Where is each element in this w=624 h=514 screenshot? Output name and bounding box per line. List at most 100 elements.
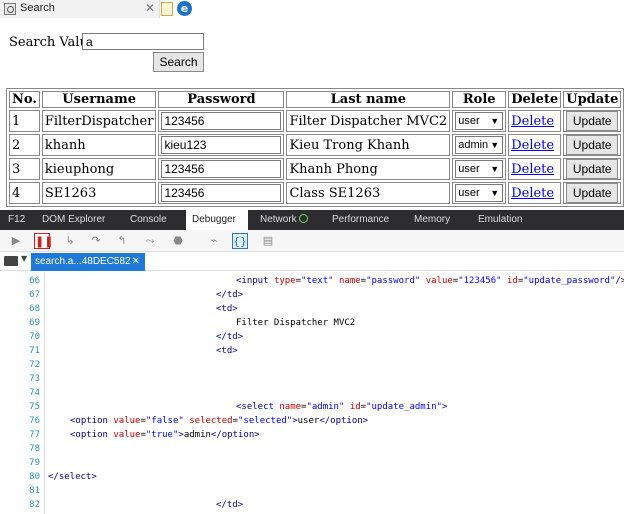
delete-link[interactable]: Delete [511,162,554,177]
code-line: 75 <select name="admin" id="update_admin"… [0,400,624,414]
users-table: No. Username Password Last name Role Del… [6,88,624,207]
line-number[interactable]: 81 [0,484,40,498]
devtools-f12-label: F12 [8,214,26,225]
tab-performance[interactable]: Performance [326,210,395,230]
tab-dom-explorer[interactable]: DOM Explorer [36,210,111,230]
row-last-name: Filter Dispatcher MVC2 [286,110,451,132]
code-line: 82 </td> [0,498,624,512]
close-icon[interactable]: ✕ [132,253,140,271]
break-on-new-worker-icon[interactable]: ⤳ [142,233,158,249]
password-input[interactable] [161,184,282,202]
line-number[interactable]: 72 [0,358,40,372]
update-button[interactable]: Update [566,183,619,203]
folder-icon[interactable] [4,256,18,266]
update-button[interactable]: Update [566,159,619,179]
role-select-value: user [458,163,480,175]
row-no: 1 [9,110,40,132]
code-line: 73 [0,372,624,386]
row-delete-cell: Delete [508,182,562,204]
pause-icon[interactable]: ❚❚ [34,233,53,249]
line-number[interactable]: 70 [0,330,40,344]
debugger-toolbar: ▶ ❚❚ ↳ ↷ ↰ ⤳ ⬣ ⌁ {} ▤ [0,230,624,252]
update-button[interactable]: Update [566,111,619,131]
line-number[interactable]: 76 [0,414,40,428]
role-select[interactable]: user ▼ [455,184,504,202]
disconnect-icon[interactable]: ⌁ [206,233,222,249]
line-number[interactable]: 73 [0,372,40,386]
column-header-update: Update [563,91,622,108]
delete-link[interactable]: Delete [511,138,554,153]
line-number[interactable]: 82 [0,498,40,512]
password-input[interactable] [161,160,282,178]
new-tab-icon[interactable] [161,2,173,16]
search-input[interactable] [82,33,204,50]
code-text: </td> [216,332,244,342]
tab-console[interactable]: Console [124,210,173,230]
row-role-cell: user ▼ [452,158,507,180]
role-select-value: user [458,187,480,199]
row-role-cell: admin ▼ [452,134,507,156]
row-update-cell: Update [563,158,622,180]
code-text: <td> [216,304,238,314]
row-no: 4 [9,182,40,204]
just-my-code-icon[interactable]: {} [232,233,248,249]
line-number[interactable]: 66 [0,274,40,288]
delete-link[interactable]: Delete [511,114,554,129]
role-select[interactable]: admin ▼ [455,136,504,154]
code-line: 67 </td> [0,288,624,302]
continue-icon[interactable]: ▶ [8,233,24,249]
row-update-cell: Update [563,134,622,156]
code-text: </select> [48,472,97,482]
line-number[interactable]: 77 [0,428,40,442]
row-update-cell: Update [563,110,622,132]
role-select[interactable]: user ▼ [455,160,504,178]
pretty-print-icon[interactable]: ▤ [260,233,276,249]
browser-tab[interactable]: Search ✕ [0,0,160,18]
tab-network[interactable]: Network [254,210,314,230]
chevron-down-icon: ▼ [490,188,500,198]
password-input[interactable] [161,112,282,130]
line-number[interactable]: 67 [0,288,40,302]
line-number[interactable]: 75 [0,400,40,414]
row-password-cell [158,158,285,180]
line-number[interactable]: 68 [0,302,40,316]
step-out-icon[interactable]: ↰ [114,233,130,249]
role-select[interactable]: user ▼ [455,112,504,130]
code-text: </td> [216,290,244,300]
code-editor[interactable]: 66 <input type="text" name="password" val… [0,272,624,514]
step-into-icon[interactable]: ↳ [62,233,78,249]
step-over-icon[interactable]: ↷ [88,233,104,249]
chevron-down-icon[interactable]: ▼ [21,254,27,263]
code-line: 71 <td> [0,344,624,358]
line-number[interactable]: 69 [0,316,40,330]
password-input[interactable] [161,136,282,154]
line-number[interactable]: 71 [0,344,40,358]
file-tab[interactable]: search.a...48DEC582 ✕ [31,253,145,271]
tab-emulation[interactable]: Emulation [472,210,528,230]
row-delete-cell: Delete [508,158,562,180]
delete-link[interactable]: Delete [511,186,554,201]
page-icon [4,3,16,15]
browser-tab-title: Search [20,2,55,14]
line-number[interactable]: 79 [0,456,40,470]
table-row: 4 SE1263 Class SE1263 user ▼ Delete Updat… [9,182,622,204]
code-text: <input type="text" name="password" value… [236,276,624,286]
search-button[interactable]: Search [153,52,204,72]
row-last-name: Khanh Phong [286,158,451,180]
tab-debugger[interactable]: Debugger [186,210,248,230]
code-line: 72 [0,358,624,372]
code-line: 76 <option value="false" selected="select… [0,414,624,428]
line-number[interactable]: 74 [0,386,40,400]
row-last-name: Kieu Trong Khanh [286,134,451,156]
tab-memory[interactable]: Memory [408,210,456,230]
exception-behavior-icon[interactable]: ⬣ [170,233,186,249]
code-line: 77 <option value="true">admin</option> [0,428,624,442]
devtools-panel: F12 DOM Explorer Console Debugger Networ… [0,210,624,514]
close-icon[interactable]: ✕ [145,1,155,15]
line-number[interactable]: 80 [0,470,40,484]
update-button[interactable]: Update [566,135,619,155]
code-line: 79 [0,456,624,470]
line-number[interactable]: 78 [0,442,40,456]
edge-icon[interactable]: e [177,1,192,16]
tab-network-label: Network [260,214,297,225]
